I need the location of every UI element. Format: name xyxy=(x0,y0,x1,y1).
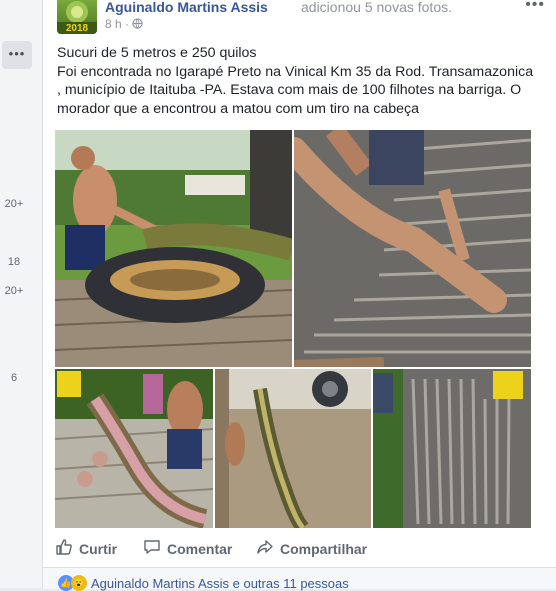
share-button[interactable]: Compartilhar xyxy=(256,538,367,559)
post-actions-bar: Curtir Comentar Compartilhar xyxy=(43,532,556,564)
gutter-count: 6 xyxy=(10,372,18,384)
thumbs-up-icon xyxy=(55,538,79,559)
snake-row-photo[interactable] xyxy=(373,369,531,528)
author-name-link[interactable]: Aguinaldo Martins Assis xyxy=(105,0,268,15)
share-icon xyxy=(256,538,280,559)
wow-reaction-icon: 😮 xyxy=(71,575,87,591)
gutter-count: 18 xyxy=(7,256,21,268)
share-label: Compartilhar xyxy=(280,540,368,557)
comment-button[interactable]: Comentar xyxy=(143,538,232,559)
avatar[interactable]: 2018 xyxy=(57,0,97,34)
like-button[interactable]: Curtir xyxy=(55,538,117,559)
babies-on-board-photo[interactable] xyxy=(294,130,531,367)
gutter-count: 20+ xyxy=(4,285,24,297)
comment-icon xyxy=(143,538,167,559)
timestamp-link[interactable]: 8 h xyxy=(105,17,122,31)
like-label: Curtir xyxy=(79,540,118,557)
globe-icon[interactable] xyxy=(132,17,144,31)
post-action-text: adicionou 5 novas fotos. xyxy=(301,0,452,15)
left-gutter: ••• 20+ 18 20+ 6 xyxy=(0,0,42,588)
reactions-bar: 👍 😮 Aguinaldo Martins Assis e outras 11 … xyxy=(43,567,556,591)
post-text-line: morador que a encontrou a matou com um t… xyxy=(57,100,419,117)
more-options-button[interactable]: ••• xyxy=(2,41,32,69)
reactions-link[interactable]: Aguinaldo Martins Assis e outras 11 pess… xyxy=(91,576,349,591)
cut-open-snake-photo[interactable] xyxy=(55,369,213,528)
post-text: Sucuri de 5 metros e 250 quilos Foi enco… xyxy=(57,44,547,118)
photo-grid xyxy=(55,130,545,528)
avatar-label: 2018 xyxy=(66,23,89,34)
post-card: 2018 Aguinaldo Martins Assis adicionou 5… xyxy=(42,0,556,591)
comment-label: Comentar xyxy=(167,540,233,557)
post-options-button[interactable]: ••• xyxy=(525,0,545,14)
post-text-line: , município de Itaituba -PA. Estava com … xyxy=(57,82,522,99)
post-meta: 8 h · xyxy=(105,17,144,31)
snake-on-ground-photo[interactable] xyxy=(215,369,371,528)
post-text-line: Foi encontrada no Igarapé Preto na Vinic… xyxy=(57,63,534,80)
anaconda-held-photo[interactable] xyxy=(55,130,292,367)
post-text-line: Sucuri de 5 metros e 250 quilos xyxy=(57,45,257,61)
gutter-count: 20+ xyxy=(4,198,24,210)
separator-dot: · xyxy=(125,17,130,31)
